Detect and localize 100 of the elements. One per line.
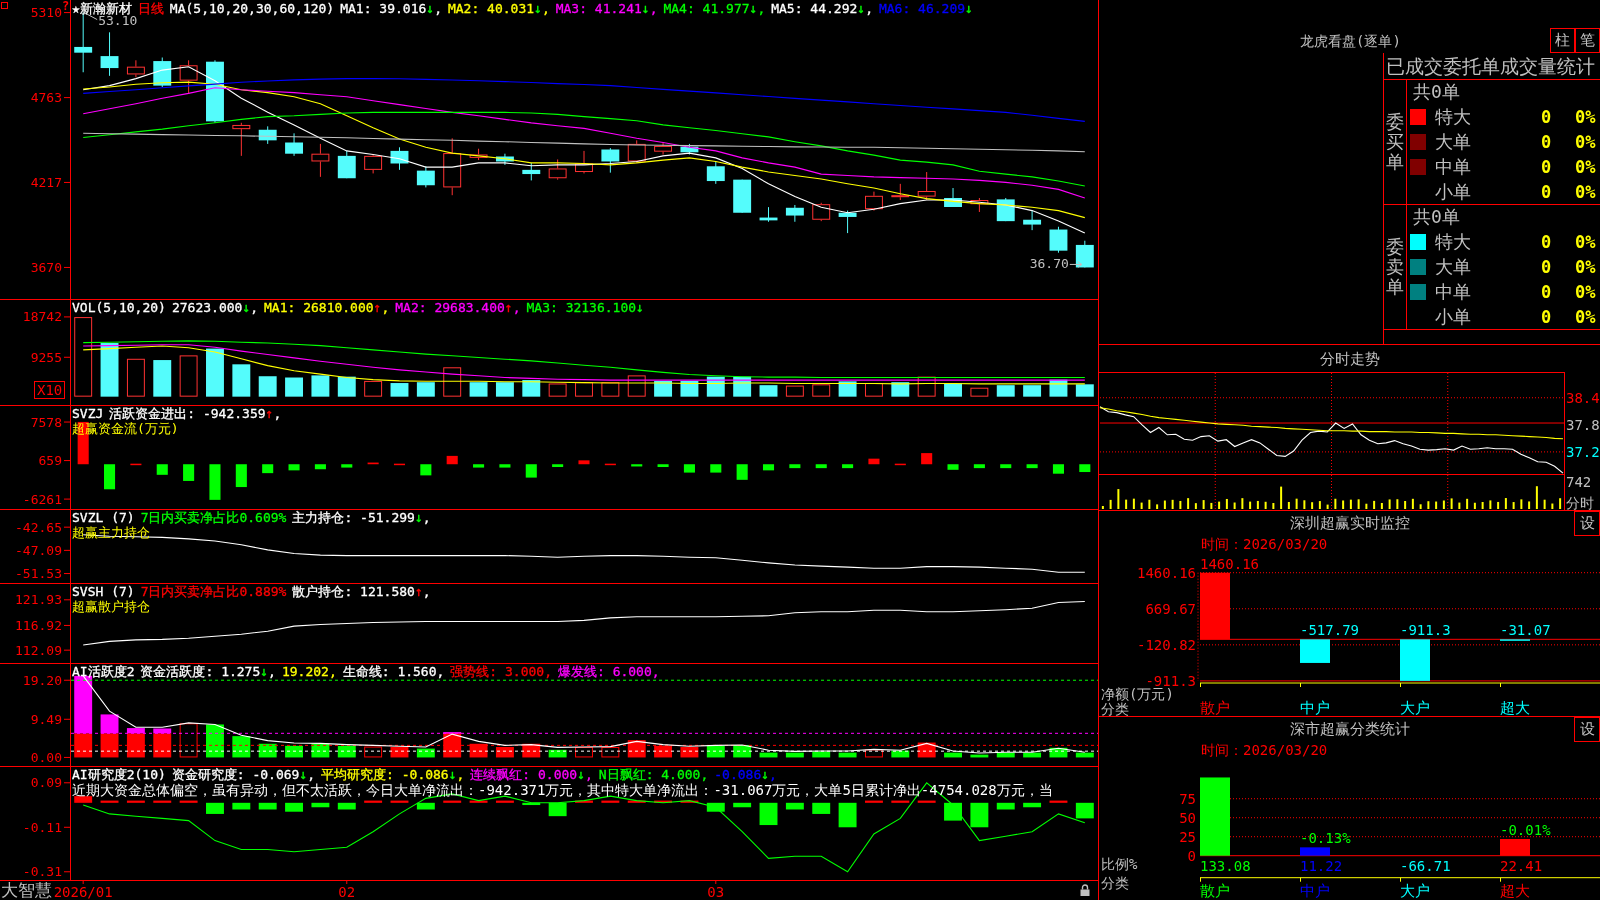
axis-label: 0.09 [30, 775, 62, 791]
order-size-label: 大单 [1435, 131, 1471, 152]
separator-comma: , [250, 300, 259, 315]
axis-label: 7578 [30, 414, 62, 430]
order-share: 0% [1575, 256, 1596, 277]
axis-label: 5310 [30, 5, 62, 21]
order-count: 0 [1541, 256, 1552, 277]
axis-label: 742 [1566, 475, 1592, 490]
legend-item: 爆发线: 6.000, [558, 664, 660, 679]
value-label: 1460.16 [1200, 555, 1259, 572]
category-label: 超大 [1500, 882, 1530, 900]
axis-label: -0.11 [22, 819, 62, 835]
axis-title: 分类 [1101, 875, 1129, 891]
order-count: 0 [1541, 281, 1552, 302]
candle [1049, 226, 1068, 254]
group-label: 委买单 [1386, 112, 1404, 172]
axis-label: -911.3 [1145, 672, 1196, 689]
candle [996, 197, 1015, 222]
time-label: 时间：2026/03/20 [1201, 536, 1328, 552]
order-size-label: 特大 [1435, 106, 1471, 127]
candle [1023, 210, 1042, 231]
candle [232, 122, 251, 157]
candle [443, 137, 462, 196]
separator-comma: , [422, 584, 431, 599]
candle [627, 139, 646, 164]
axis-label: 3670 [30, 259, 62, 275]
settings-button[interactable]: 设 [1574, 717, 1600, 742]
axis-label: -6261 [22, 491, 62, 507]
axis-title: 比例% [1101, 856, 1138, 872]
legend-item: MA1: 26810.000 [264, 300, 374, 315]
candle [100, 31, 119, 77]
axis-title: 净额(万元) [1101, 686, 1174, 702]
percent-label: -0.01% [1500, 822, 1551, 838]
candle [680, 143, 699, 155]
legend-item: 资金活跃度: 1.275 [140, 664, 261, 679]
candle [970, 197, 989, 213]
trend-arrow: ↓ [299, 767, 308, 782]
axis-label: -47.09 [15, 542, 62, 558]
trend-arrow: ↑ [265, 406, 274, 421]
legend-item: SVZJ [72, 406, 104, 421]
axis-label: -0.31 [22, 864, 62, 880]
candle [838, 210, 857, 234]
candle [917, 171, 936, 201]
order-share: 0% [1575, 281, 1596, 302]
legend-item: VOL(5,10,20) [72, 300, 166, 315]
candle [390, 146, 409, 171]
legend-item: N日飘红: 4.000, [598, 767, 709, 782]
order-size-label: 小单 [1435, 306, 1471, 327]
legend-item: MA6: 46.209 [878, 1, 966, 16]
candle [891, 183, 910, 201]
lock-icon[interactable] [1080, 884, 1090, 896]
legend-item: AI研究度2(10) [72, 767, 166, 782]
legend-item: 7日内买卖净占比0.609% [140, 510, 287, 525]
order-size-label: 中单 [1435, 281, 1471, 302]
candle [759, 206, 778, 223]
separator-comma: , [268, 664, 276, 679]
separator-comma: , [456, 767, 465, 782]
legend-item: 平均研究度: -0.086 [321, 767, 449, 782]
order-size-label: 大单 [1435, 256, 1471, 277]
settings-button[interactable]: 设 [1574, 511, 1600, 536]
trend-arrow: ↑ [414, 584, 423, 599]
trend-arrow: ↓ [965, 1, 973, 16]
axis-label: 659 [38, 453, 62, 469]
trend-arrow: ↓ [636, 300, 644, 315]
separator-comma: , [541, 1, 550, 16]
category-label: 大户 [1400, 882, 1430, 900]
legend-item: 7日内买卖净占比0.889% [140, 584, 287, 599]
mode-button[interactable]: 笔 [1575, 28, 1600, 53]
trend-arrow: ↓ [857, 1, 866, 16]
value-label: -517.79 [1300, 622, 1359, 639]
help-mark[interactable]: ? [62, 0, 70, 12]
axis-label: 1460.16 [1137, 564, 1196, 581]
axis-title: 分时 [1566, 495, 1594, 510]
trend-arrow: ↓ [641, 1, 650, 16]
panel-title: 深市超赢分类统计 [1289, 720, 1410, 738]
separator-comma: , [865, 1, 873, 16]
mode-button[interactable]: 柱 [1550, 28, 1575, 53]
order-share: 0% [1575, 156, 1596, 177]
separator-comma: , [769, 767, 777, 782]
axis-label: -42.65 [15, 519, 62, 535]
axis-label: 37.2 [1566, 443, 1600, 460]
order-share: 0% [1575, 106, 1596, 127]
panel-title: 龙虎看盘(逐单) [1300, 33, 1401, 49]
axis-label: 37.8 [1566, 416, 1600, 433]
order-count: 0 [1541, 156, 1552, 177]
trend-arrow: ↓ [448, 767, 457, 782]
square-icon[interactable] [1, 2, 8, 9]
axis-label: 669.67 [1145, 600, 1196, 617]
category-label: 大户 [1400, 699, 1430, 716]
group-label: 委卖单 [1386, 237, 1404, 297]
separator-comma: , [381, 300, 390, 315]
separator-comma: , [649, 1, 658, 16]
axis-label: 121.93 [15, 592, 62, 608]
candle [575, 150, 593, 174]
trend-arrow: ↓ [577, 767, 585, 782]
candle [179, 59, 198, 94]
order-share: 0% [1575, 181, 1596, 202]
legend-item: 活跃资金进出: -942.359 [109, 406, 266, 421]
legend-item: 强势线: 3.000, [450, 664, 552, 679]
order-size-label: 特大 [1435, 231, 1471, 252]
